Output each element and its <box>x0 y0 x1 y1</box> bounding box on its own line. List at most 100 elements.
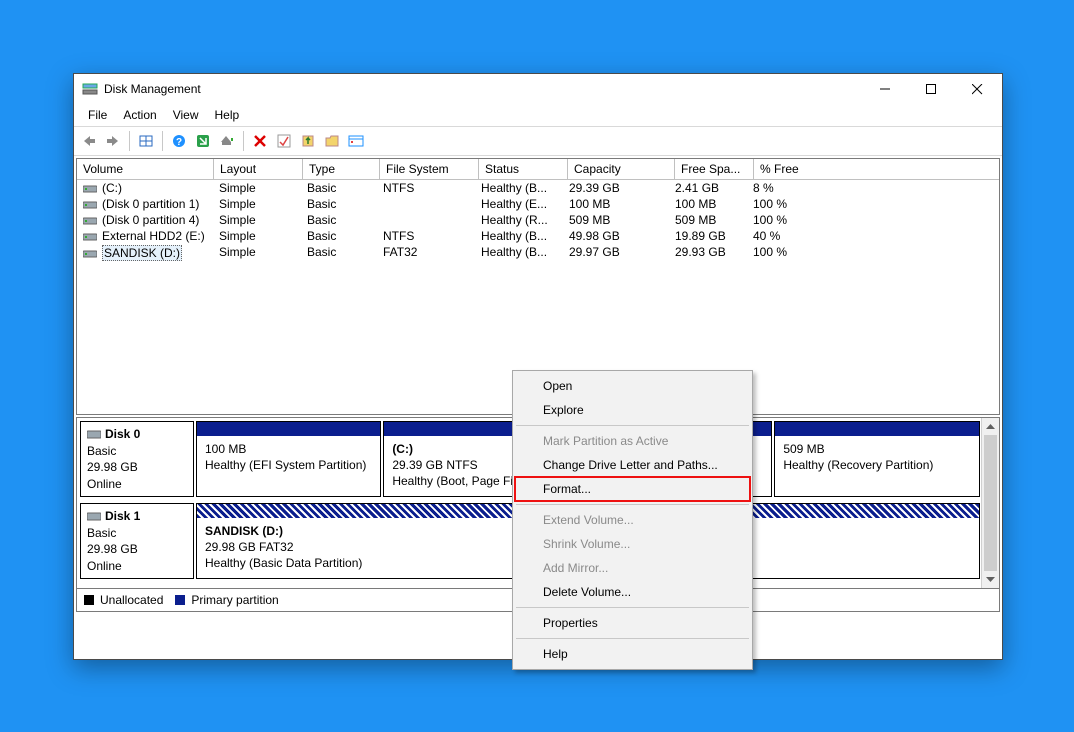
volume-free: 509 MB <box>669 212 747 228</box>
delete-icon[interactable] <box>249 130 271 152</box>
toolbar: ? <box>74 127 1002 156</box>
volume-status: Healthy (R... <box>475 212 563 228</box>
volume-row[interactable]: SANDISK (D:) SimpleBasicFAT32Healthy (B..… <box>77 244 999 262</box>
col-status[interactable]: Status <box>479 159 568 179</box>
volume-type: Basic <box>301 180 377 196</box>
minimize-button[interactable] <box>862 74 908 104</box>
volume-capacity: 49.98 GB <box>563 228 669 244</box>
volume-capacity: 100 MB <box>563 196 669 212</box>
menu-action[interactable]: Action <box>115 106 164 124</box>
menu-file[interactable]: File <box>80 106 115 124</box>
volume-fs: FAT32 <box>377 244 475 262</box>
menu-item[interactable]: Open <box>515 374 750 398</box>
volume-free: 29.93 GB <box>669 244 747 262</box>
volume-pct: 40 % <box>747 228 825 244</box>
view-grid-icon[interactable] <box>135 130 157 152</box>
col-capacity[interactable]: Capacity <box>568 159 675 179</box>
volume-status: Healthy (B... <box>475 244 563 262</box>
volume-free: 19.89 GB <box>669 228 747 244</box>
properties-icon[interactable] <box>273 130 295 152</box>
folder-icon[interactable] <box>321 130 343 152</box>
volume-type: Basic <box>301 212 377 228</box>
scroll-thumb[interactable] <box>984 435 997 571</box>
disk-info[interactable]: Disk 0Basic29.98 GBOnline <box>80 421 194 497</box>
volume-status: Healthy (B... <box>475 228 563 244</box>
refresh-icon[interactable] <box>192 130 214 152</box>
drive-icon <box>83 248 97 258</box>
volume-layout: Simple <box>213 180 301 196</box>
menu-help[interactable]: Help <box>207 106 248 124</box>
volume-row[interactable]: (C:) SimpleBasicNTFSHealthy (B...29.39 GB… <box>77 180 999 196</box>
volume-name: External HDD2 (E:) <box>102 229 205 243</box>
forward-icon[interactable] <box>102 130 124 152</box>
col-volume[interactable]: Volume <box>77 159 214 179</box>
grid-header: Volume Layout Type File System Status Ca… <box>77 159 999 180</box>
volume-type: Basic <box>301 228 377 244</box>
volume-status: Healthy (E... <box>475 196 563 212</box>
app-icon <box>82 81 98 97</box>
volume-free: 2.41 GB <box>669 180 747 196</box>
window-title: Disk Management <box>104 82 862 96</box>
volume-layout: Simple <box>213 228 301 244</box>
drive-icon <box>83 183 97 193</box>
partition[interactable]: 100 MBHealthy (EFI System Partition) <box>196 421 381 497</box>
col-layout[interactable]: Layout <box>214 159 303 179</box>
drive-icon <box>83 215 97 225</box>
menu-item[interactable]: Delete Volume... <box>515 580 750 604</box>
eject-icon[interactable] <box>216 130 238 152</box>
scroll-down-icon[interactable] <box>982 571 999 588</box>
col-free[interactable]: Free Spa... <box>675 159 754 179</box>
volume-name: (Disk 0 partition 4) <box>102 213 199 227</box>
col-fs[interactable]: File System <box>380 159 479 179</box>
volume-type: Basic <box>301 244 377 262</box>
svg-text:?: ? <box>176 137 182 148</box>
menu-view[interactable]: View <box>165 106 207 124</box>
legend-primary: Primary partition <box>191 593 278 607</box>
volume-pct: 100 % <box>747 196 825 212</box>
close-button[interactable] <box>954 74 1000 104</box>
menu-item[interactable]: Properties <box>515 611 750 635</box>
vertical-scrollbar[interactable] <box>981 418 999 588</box>
volume-type: Basic <box>301 196 377 212</box>
volume-name: (C:) <box>102 181 122 195</box>
volume-name: SANDISK (D:) <box>102 245 182 261</box>
titlebar[interactable]: Disk Management <box>74 74 1002 104</box>
col-pct[interactable]: % Free <box>754 159 832 179</box>
scroll-up-icon[interactable] <box>982 418 999 435</box>
volume-row[interactable]: (Disk 0 partition 1)SimpleBasicHealthy (… <box>77 196 999 212</box>
volume-capacity: 509 MB <box>563 212 669 228</box>
volume-pct: 100 % <box>747 212 825 228</box>
menu-item[interactable]: Change Drive Letter and Paths... <box>515 453 750 477</box>
menu-item: Shrink Volume... <box>515 532 750 556</box>
legend-swatch-primary <box>175 595 185 605</box>
col-type[interactable]: Type <box>303 159 380 179</box>
menu-item: Extend Volume... <box>515 508 750 532</box>
volume-pct: 8 % <box>747 180 825 196</box>
volume-status: Healthy (B... <box>475 180 563 196</box>
volume-fs: NTFS <box>377 228 475 244</box>
legend-swatch-unallocated <box>84 595 94 605</box>
drive-icon <box>83 231 97 241</box>
volume-name: (Disk 0 partition 1) <box>102 197 199 211</box>
menu-item[interactable]: Help <box>515 642 750 666</box>
volume-capacity: 29.39 GB <box>563 180 669 196</box>
volume-fs <box>377 212 475 228</box>
disk-info[interactable]: Disk 1Basic29.98 GBOnline <box>80 503 194 579</box>
volume-layout: Simple <box>213 244 301 262</box>
context-menu[interactable]: OpenExploreMark Partition as ActiveChang… <box>512 370 753 670</box>
volume-row[interactable]: (Disk 0 partition 4) SimpleBasic Healthy (… <box>77 212 999 228</box>
upload-icon[interactable] <box>297 130 319 152</box>
maximize-button[interactable] <box>908 74 954 104</box>
volume-capacity: 29.97 GB <box>563 244 669 262</box>
partition[interactable]: 509 MBHealthy (Recovery Partition) <box>774 421 980 497</box>
menu-item[interactable]: Format... <box>515 477 750 501</box>
volume-fs: NTFS <box>377 180 475 196</box>
back-icon[interactable] <box>78 130 100 152</box>
volume-pct: 100 % <box>747 244 825 262</box>
legend-unallocated: Unallocated <box>100 593 163 607</box>
volume-layout: Simple <box>213 212 301 228</box>
volume-row[interactable]: External HDD2 (E:) SimpleBasicNTFSHealthy… <box>77 228 999 244</box>
help-icon[interactable]: ? <box>168 130 190 152</box>
list-icon[interactable] <box>345 130 367 152</box>
menu-item[interactable]: Explore <box>515 398 750 422</box>
